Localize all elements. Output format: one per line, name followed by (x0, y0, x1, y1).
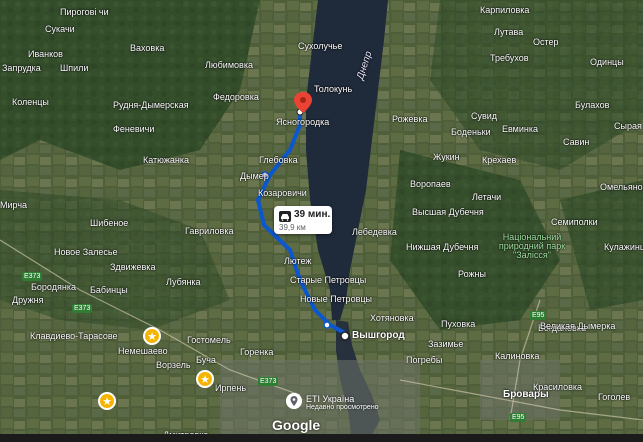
place-label: Лубянка (166, 277, 201, 287)
place-label: Летачи (472, 192, 502, 202)
place-label: Одинцы (590, 57, 624, 67)
car-icon (279, 211, 291, 222)
place-label: Федоровка (213, 92, 259, 102)
place-label: Рожевка (392, 114, 428, 124)
place-label: Рожны (458, 269, 486, 279)
place-label: Воропаев (410, 179, 451, 189)
place-label: Лутава (494, 27, 524, 37)
place-label: Жукин (433, 152, 460, 162)
route-waypoint (323, 321, 331, 329)
place-label: Красиловка (533, 382, 583, 392)
place-label: Ясногородка (276, 117, 330, 127)
place-label: Боденьки (451, 127, 491, 137)
map-canvas[interactable]: Днепр Національний природний парк "Заліс… (0, 0, 643, 442)
place-label: Сухолучье (298, 41, 343, 51)
place-label: Бабинцы (90, 285, 128, 295)
place-label: Ваховка (130, 43, 165, 53)
place-label: Требухов (490, 53, 529, 63)
place-label: Зазимье (428, 339, 464, 349)
place-label: Остер (533, 37, 559, 47)
park-label: Національний природний парк "Залісся" (498, 232, 566, 260)
place-label: Хотяновка (370, 313, 414, 323)
place-label: Буча (196, 355, 216, 365)
place-label: Савин (563, 137, 590, 147)
place-label: Погребы (406, 355, 443, 365)
place-label: Ирпень (215, 383, 247, 393)
recent-place-title: ЕТІ Україна (306, 394, 355, 404)
place-label: Горенка (240, 347, 274, 357)
place-label: Коленцы (12, 97, 49, 107)
place-label: Старые Петровцы (290, 275, 367, 285)
google-logo: Google (272, 417, 321, 433)
place-label: Мирча (0, 200, 28, 210)
place-label: Толокунь (314, 84, 353, 94)
place-label: Клавдиево-Тарасове (30, 331, 118, 341)
place-label: Рудня-Дымерская (113, 100, 189, 110)
place-label: Гоголев (598, 392, 631, 402)
place-label: Фeневичи (113, 124, 155, 134)
place-label: Бородянка (31, 282, 76, 292)
place-marker-icon[interactable] (286, 393, 302, 409)
place-label: Великая Дымерка (540, 321, 616, 331)
place-label: Нижшая Дубечня (406, 242, 479, 252)
poi-star-icon[interactable]: ★ (196, 370, 214, 388)
place-label: Ворзель (156, 360, 191, 370)
place-label: Лютеж (284, 256, 312, 266)
recent-place-subtitle: Недавно просмотрено (306, 404, 379, 411)
place-label: Сувид (471, 111, 498, 121)
route-time: 39 мин. (294, 209, 331, 220)
road-shield: E95 (510, 413, 527, 422)
place-label: Дымер (240, 171, 269, 181)
road-shield: E95 (530, 311, 547, 320)
place-label: Пуховка (441, 319, 476, 329)
place-label: Запрудка (2, 63, 41, 73)
place-label: Булахов (575, 100, 610, 110)
place-label: Шибеное (90, 218, 129, 228)
place-label: Кулажинцы (604, 242, 643, 252)
road-shield: E373 (22, 272, 43, 281)
road-shield: E373 (72, 304, 93, 313)
place-label: Сукачи (45, 24, 75, 34)
place-label: Любимовка (205, 60, 253, 70)
place-label: Глебовка (259, 155, 298, 165)
place-label: Евминка (502, 124, 539, 134)
poi-star-icon[interactable]: ★ (98, 392, 116, 410)
place-label: Крехаев (482, 155, 517, 165)
place-label: Пирогові чи (60, 7, 109, 17)
place-label: Дружня (12, 295, 44, 305)
place-label: Новые Петровцы (300, 294, 372, 304)
place-label: Шпили (60, 63, 89, 73)
route-info-bubble[interactable]: 39 мин. 39,9 км (274, 206, 332, 234)
place-label: Новое Залесье (54, 247, 118, 257)
place-label: Омельяновка (600, 182, 643, 192)
poi-star-icon[interactable]: ★ (143, 327, 161, 345)
route-distance: 39,9 км (279, 223, 306, 232)
place-label: Семиполки (551, 217, 598, 227)
place-label: Козаровичи (258, 188, 307, 198)
place-label: Карпиловка (480, 5, 530, 15)
place-label: Катюжанка (143, 155, 189, 165)
place-label: Гостомель (187, 335, 231, 345)
place-label: Иванков (28, 49, 63, 59)
place-label: Гавриловка (185, 226, 234, 236)
place-label: Немешаево (118, 346, 168, 356)
road-shield: E373 (258, 377, 279, 386)
place-label: Калиновка (495, 351, 540, 361)
origin-marker (340, 331, 350, 341)
place-label: Лебедевка (352, 227, 397, 237)
bottom-bar (0, 434, 643, 442)
place-label: Сырая (614, 121, 642, 131)
place-label: Высшая Дубечня (412, 207, 484, 217)
place-label: Вышгород (352, 330, 405, 341)
place-label: Здвижевка (110, 262, 156, 272)
recent-place-card[interactable]: ЕТІ Україна Недавно просмотрено (306, 394, 379, 411)
